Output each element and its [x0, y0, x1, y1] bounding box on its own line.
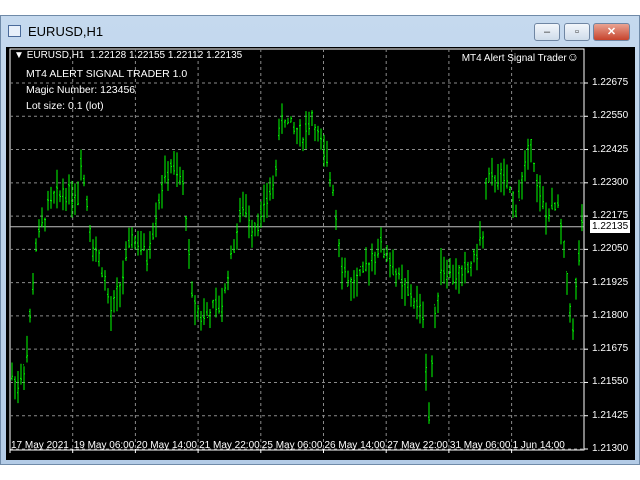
info-magic-number: Magic Number: 123456 [26, 84, 136, 96]
price-tick-label: 1.21800 [592, 309, 629, 321]
time-label: 31 May 06:00 [449, 440, 511, 451]
price-tick-label: 1.22425 [592, 143, 629, 155]
expert-advisor-label[interactable]: MT4 Alert Signal Trader☺ [462, 50, 579, 64]
chart-window-icon [8, 25, 21, 37]
smiley-icon: ☺ [566, 50, 579, 64]
info-lot-size: Lot size: 0.1 (lot) [26, 100, 104, 112]
maximize-button[interactable]: ▫ [564, 23, 590, 41]
price-tick-label: 1.21425 [592, 409, 629, 421]
ohlc-values: 1.22128 1.22155 1.22112 1.22135 [90, 50, 243, 61]
time-label: 20 May 14:00 [136, 440, 197, 451]
title-bar[interactable]: EURUSD,H1 ‒ ▫ ✕ [1, 16, 639, 47]
time-label: 21 May 22:00 [199, 440, 260, 451]
chart-window: EURUSD,H1 ‒ ▫ ✕ ▼ EURUSD,H1 1.22128 1.22… [0, 15, 640, 465]
time-label: 1 Jun 14:00 [512, 440, 565, 451]
price-tick-label: 1.21550 [592, 376, 629, 388]
chart-header: ▼ EURUSD,H1 1.22128 1.22155 1.22112 1.22… [14, 50, 242, 61]
symbol-label: EURUSD,H1 [26, 50, 85, 61]
time-label: 26 May 14:00 [324, 440, 386, 451]
time-label: 27 May 22:00 [387, 440, 448, 451]
ea-name: MT4 Alert Signal Trader [461, 53, 567, 64]
info-title: MT4 ALERT SIGNAL TRADER 1.0 [26, 68, 188, 80]
current-price-label: 1.22135 [590, 220, 631, 233]
close-button[interactable]: ✕ [593, 23, 630, 41]
window-title: EURUSD,H1 [28, 24, 104, 39]
price-tick-label: 1.21675 [592, 343, 629, 355]
dropdown-triangle-icon[interactable]: ▼ [14, 50, 27, 61]
chart-area[interactable]: ▼ EURUSD,H1 1.22128 1.22155 1.22112 1.22… [6, 47, 635, 460]
price-tick-label: 1.21300 [592, 443, 629, 454]
time-label: 17 May 2021 [11, 440, 69, 451]
price-tick-label: 1.22550 [592, 110, 629, 122]
price-tick-label: 1.21925 [592, 276, 629, 288]
price-tick-label: 1.22675 [592, 77, 629, 88]
time-label: 25 May 06:00 [261, 440, 323, 451]
minimize-button[interactable]: ‒ [534, 23, 560, 41]
price-tick-label: 1.22050 [592, 243, 629, 255]
price-tick-label: 1.22300 [592, 176, 629, 188]
time-label: 19 May 06:00 [73, 440, 135, 451]
